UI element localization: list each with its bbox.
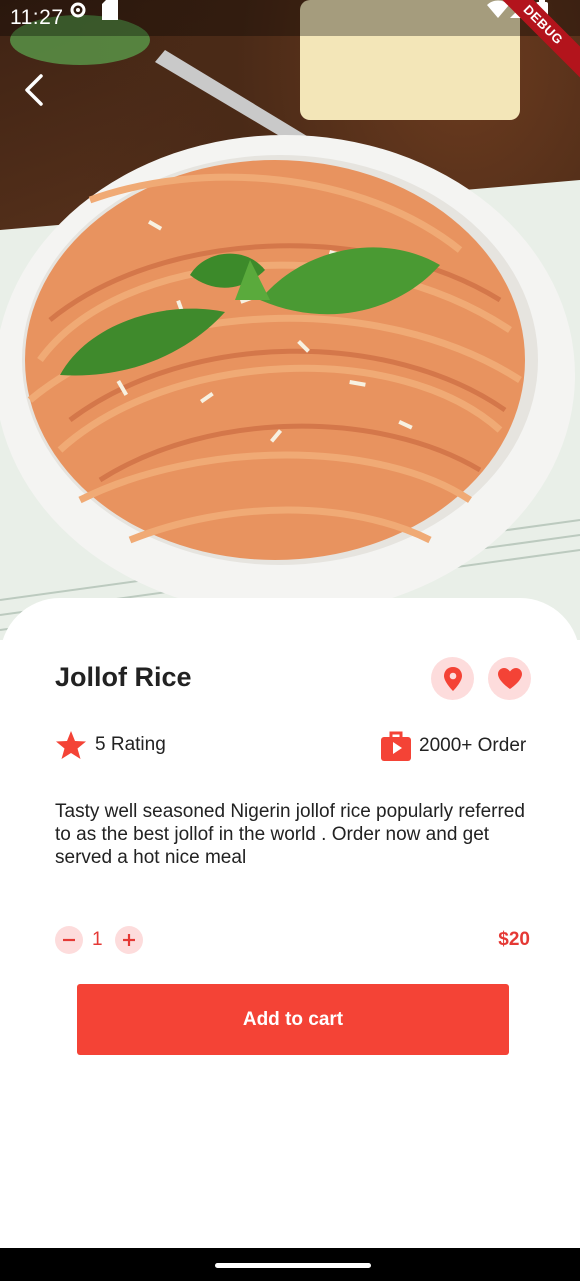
decrease-quantity-button[interactable]: [55, 926, 83, 954]
shopping-bag-icon: [381, 731, 411, 761]
food-hero-image: 11:27 DEBUG: [0, 0, 580, 640]
chevron-left-icon: [25, 74, 43, 106]
location-pin-icon: [443, 666, 462, 691]
heart-icon: [497, 667, 522, 689]
favorite-button[interactable]: [488, 657, 531, 700]
product-title: Jollof Rice: [55, 662, 192, 692]
minus-icon: [63, 938, 75, 942]
orders-label: 2000+ Order: [419, 735, 527, 756]
system-navigation-bar: [0, 1248, 580, 1281]
increase-quantity-button[interactable]: [115, 926, 143, 954]
add-to-cart-button[interactable]: Add to cart: [77, 984, 509, 1055]
product-description: Tasty well seasoned Nigerin jollof rice …: [55, 801, 525, 868]
product-price: $20: [498, 929, 530, 950]
add-to-cart-label: Add to cart: [242, 1008, 344, 1030]
back-button[interactable]: [14, 70, 54, 110]
quantity-value: 1: [92, 929, 103, 950]
home-gesture-handle[interactable]: [215, 1263, 371, 1268]
debug-ribbon: DEBUG: [482, 0, 580, 86]
location-button[interactable]: [431, 657, 474, 700]
rating-info: 5 Rating: [56, 731, 166, 759]
plus-icon: [123, 934, 135, 946]
rating-label: 5 Rating: [95, 734, 166, 755]
star-icon: [56, 731, 86, 759]
orders-info: 2000+ Order: [381, 731, 526, 761]
product-details-sheet: [0, 598, 580, 1248]
